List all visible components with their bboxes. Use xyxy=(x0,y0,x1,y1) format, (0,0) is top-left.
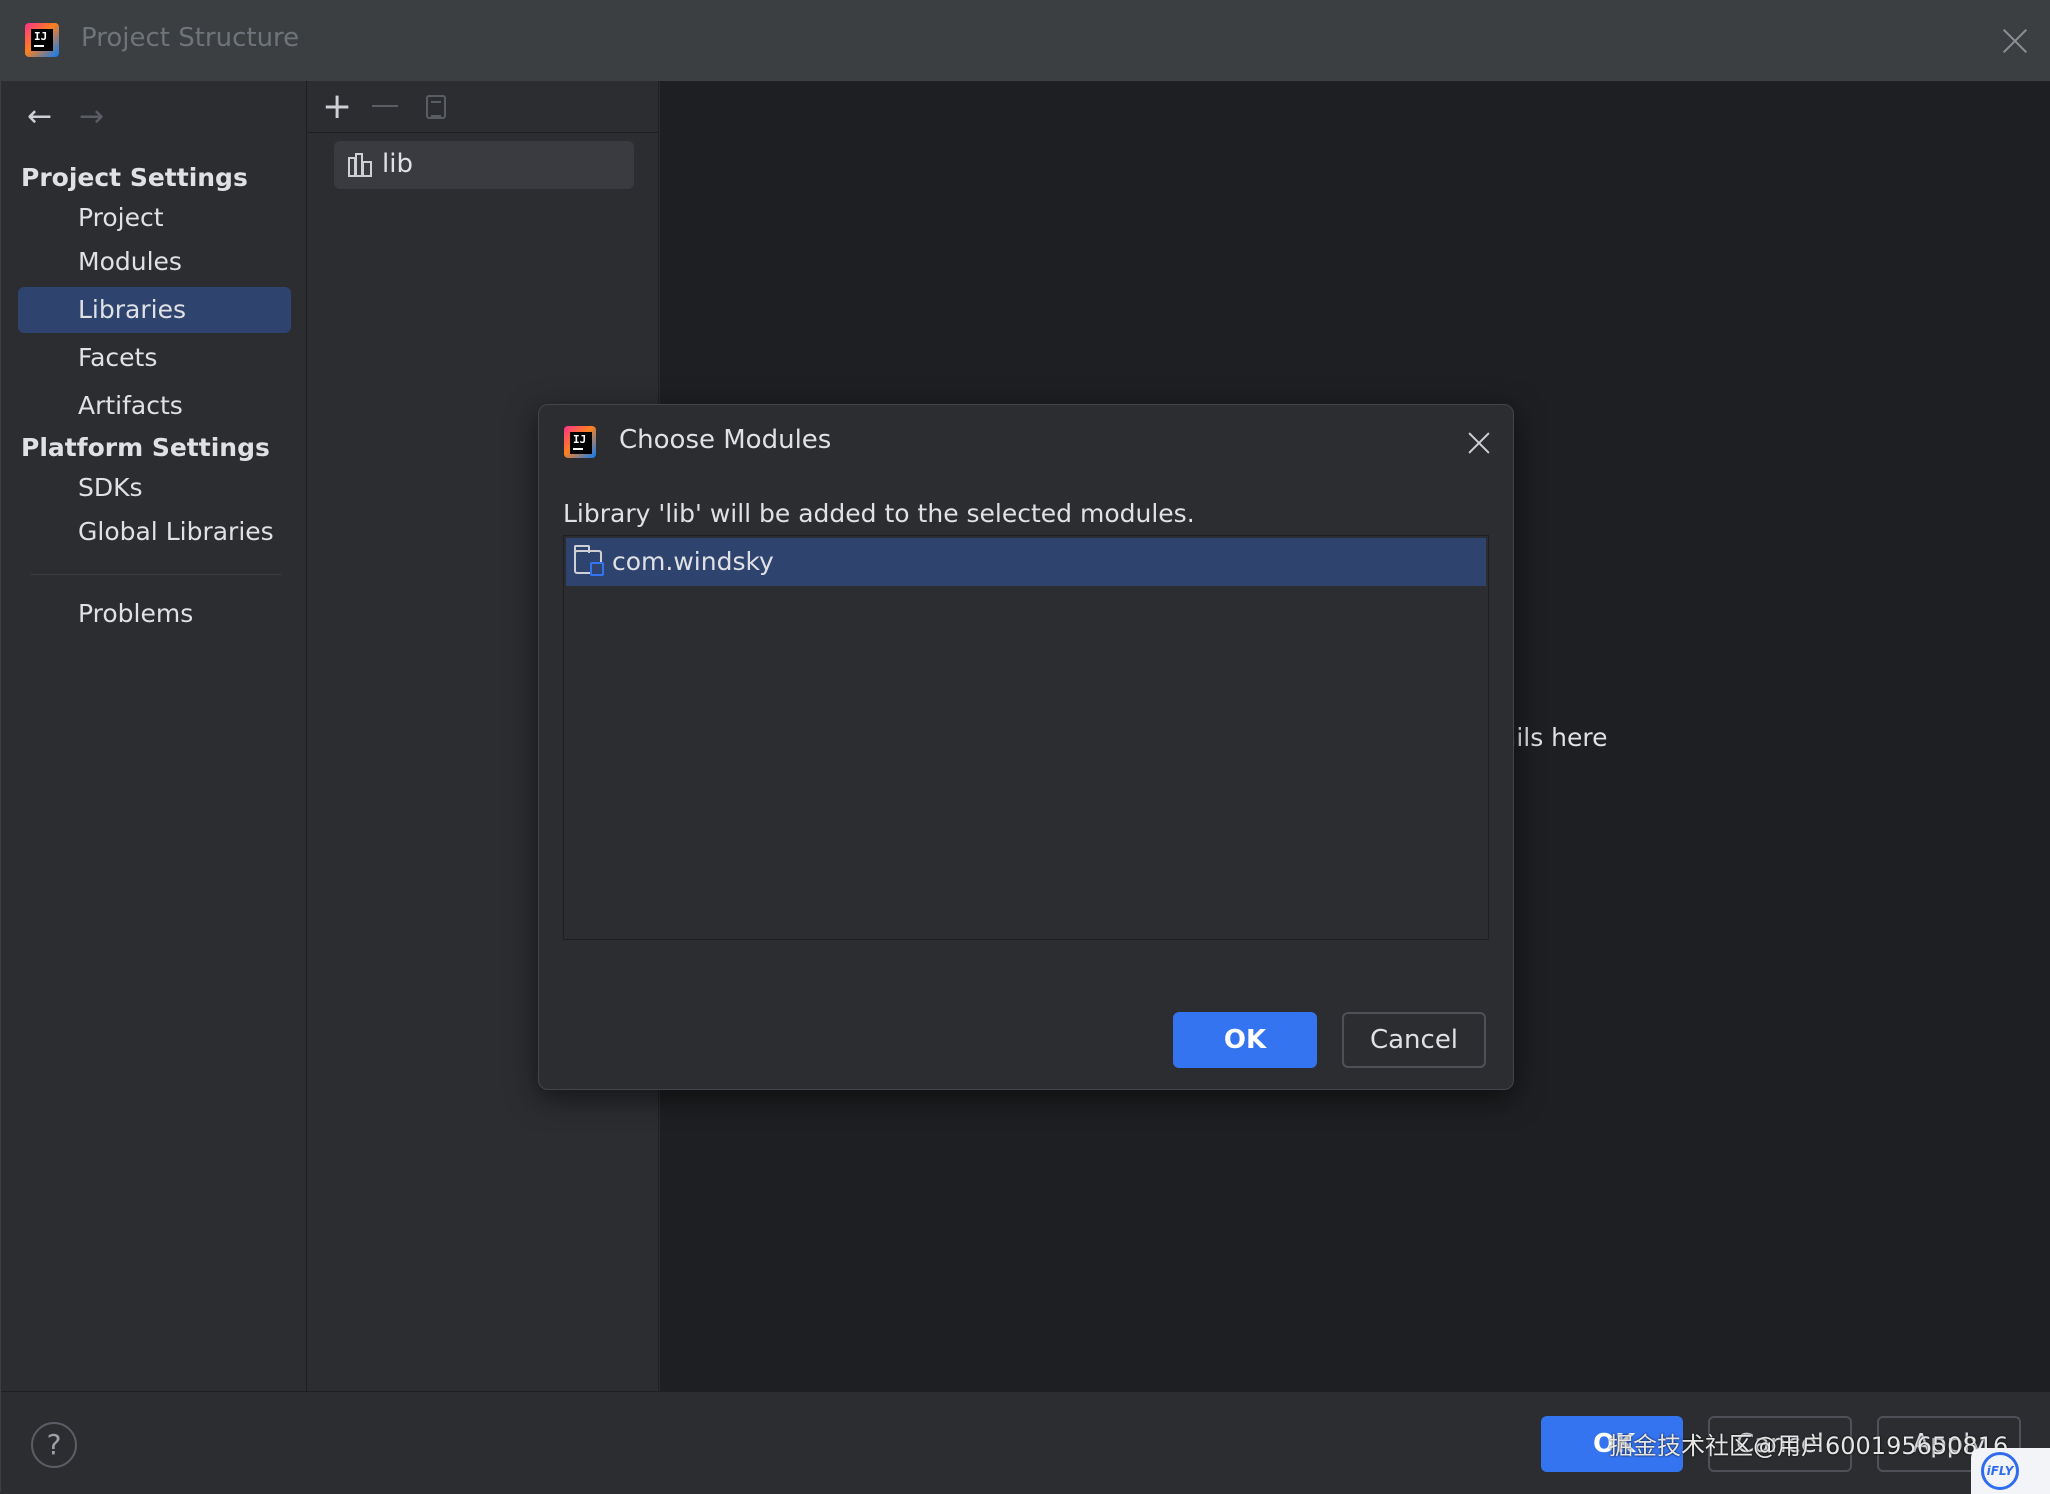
library-icon xyxy=(348,153,374,177)
sidebar-item-problems[interactable]: Problems xyxy=(18,591,291,637)
dialog-message: Library 'lib' will be added to the selec… xyxy=(563,499,1195,528)
choose-modules-dialog: IJ Choose Modules Library 'lib' will be … xyxy=(538,404,1514,1090)
forward-arrow-icon[interactable]: → xyxy=(79,99,104,134)
modal-logo-text: IJ xyxy=(573,433,587,446)
dialog-footer: ? OK Cancel Apply 掘金技术社区@用户600195650816 … xyxy=(1,1391,2050,1494)
sidebar-item-project[interactable]: Project xyxy=(18,195,291,241)
window-close-icon[interactable] xyxy=(1999,25,2031,57)
sidebar-item-modules[interactable]: Modules xyxy=(18,239,291,285)
window-title: Project Structure xyxy=(81,23,300,53)
logo-text: IJ xyxy=(34,30,48,43)
dialog-title: Choose Modules xyxy=(619,425,832,455)
ifly-logo-icon: iFLY xyxy=(1981,1452,2019,1490)
dialog-close-icon[interactable] xyxy=(1467,431,1491,455)
project-structure-window: IJ Project Structure ← → Project Setting… xyxy=(0,0,2050,1494)
sidebar-divider xyxy=(31,574,281,575)
module-list[interactable]: com.windsky xyxy=(563,535,1489,940)
libraries-toolbar: + xyxy=(308,81,659,133)
module-label: com.windsky xyxy=(612,547,774,576)
library-item-lib[interactable]: lib xyxy=(334,141,634,189)
sidebar-item-artifacts[interactable]: Artifacts xyxy=(18,383,291,429)
platform-settings-title: Platform Settings xyxy=(21,433,270,462)
cancel-button[interactable]: Cancel xyxy=(1342,1012,1486,1068)
remove-icon[interactable] xyxy=(372,105,398,107)
sidebar-item-facets[interactable]: Facets xyxy=(18,335,291,381)
copy-icon[interactable] xyxy=(426,95,446,119)
module-item-com-windsky[interactable]: com.windsky xyxy=(566,538,1486,586)
sidebar-item-sdks[interactable]: SDKs xyxy=(18,465,291,511)
detail-hint-text: ails here xyxy=(1501,723,1608,752)
watermark-main: 掘金技术社区@用户6001956 xyxy=(1609,1432,1932,1460)
sidebar-item-global-libraries[interactable]: Global Libraries xyxy=(18,509,291,555)
intellij-logo-icon: IJ xyxy=(25,23,59,57)
add-icon[interactable]: + xyxy=(322,89,352,125)
watermark-text: 掘金技术社区@用户600195650816 xyxy=(1609,1426,2008,1461)
title-bar: IJ Project Structure xyxy=(1,1,2050,81)
ifly-badge[interactable]: iFLY xyxy=(1971,1448,2050,1494)
help-icon[interactable]: ? xyxy=(31,1422,77,1468)
back-arrow-icon[interactable]: ← xyxy=(27,99,52,134)
project-settings-title: Project Settings xyxy=(21,163,248,192)
ok-button[interactable]: OK xyxy=(1173,1012,1317,1068)
settings-sidebar: ← → Project Settings Project Modules Lib… xyxy=(1,81,307,1391)
sidebar-item-libraries[interactable]: Libraries xyxy=(18,287,291,333)
library-label: lib xyxy=(382,149,413,179)
intellij-logo-icon: IJ xyxy=(564,426,596,458)
module-folder-icon xyxy=(574,545,604,576)
